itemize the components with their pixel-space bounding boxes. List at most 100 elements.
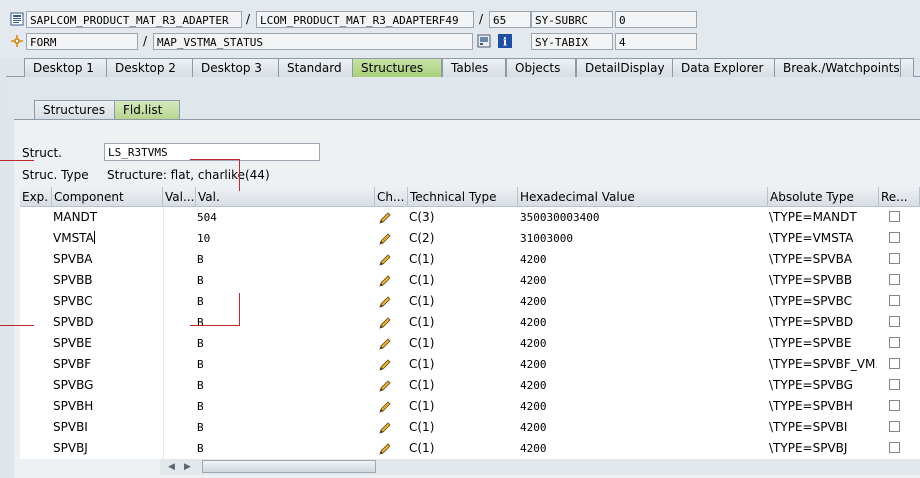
- subtab-fld-list[interactable]: Fld.list: [114, 100, 180, 119]
- table-row[interactable]: SPVBH B C(1) 4200 \TYPE=SPVBH: [20, 396, 920, 417]
- readonly-checkbox[interactable]: [889, 358, 900, 369]
- absolute-type-cell: \TYPE=VMSTA: [769, 231, 854, 245]
- pencil-icon[interactable]: [378, 442, 392, 456]
- table-row[interactable]: SPVBF B C(1) 4200 \TYPE=SPVBF_VM...: [20, 354, 920, 375]
- value-cell[interactable]: 504: [197, 207, 367, 228]
- sysvar-name-field[interactable]: SY-SUBRC: [531, 11, 613, 28]
- hex-value-cell: 350030003400: [520, 211, 600, 224]
- pencil-icon[interactable]: [378, 421, 392, 435]
- readonly-checkbox[interactable]: [889, 211, 900, 222]
- col-header-change[interactable]: Ch...: [375, 187, 408, 207]
- col-header-technical-type[interactable]: Technical Type: [408, 187, 518, 207]
- tab-tables[interactable]: Tables: [442, 58, 506, 77]
- value-cell[interactable]: B: [197, 270, 367, 291]
- table-row[interactable]: SPVBE B C(1) 4200 \TYPE=SPVBE: [20, 333, 920, 354]
- display-icon[interactable]: [477, 34, 491, 48]
- program-field[interactable]: SAPLCOM_PRODUCT_MAT_R3_ADAPTER: [26, 11, 242, 28]
- readonly-checkbox[interactable]: [889, 232, 900, 243]
- col-header-val[interactable]: Val.: [196, 187, 375, 207]
- value-cell[interactable]: B: [197, 312, 367, 333]
- sysvar2-name-field[interactable]: SY-TABIX: [531, 33, 613, 50]
- sysvar2-value-field[interactable]: 4: [615, 33, 697, 50]
- pencil-icon[interactable]: [378, 337, 392, 351]
- table-row[interactable]: SPVBA B C(1) 4200 \TYPE=SPVBA: [20, 249, 920, 270]
- readonly-checkbox[interactable]: [889, 379, 900, 390]
- readonly-checkbox[interactable]: [889, 253, 900, 264]
- scroll-thumb[interactable]: [202, 460, 376, 473]
- pencil-icon[interactable]: [378, 295, 392, 309]
- col-header-hex-value[interactable]: Hexadecimal Value: [518, 187, 768, 207]
- pencil-icon[interactable]: [378, 400, 392, 414]
- technical-type-cell: C(1): [409, 294, 435, 308]
- readonly-checkbox[interactable]: [889, 400, 900, 411]
- info-icon[interactable]: i: [498, 34, 512, 49]
- readonly-checkbox[interactable]: [889, 295, 900, 306]
- technical-type-cell: C(2): [409, 231, 435, 245]
- col-header-exp[interactable]: Exp.: [20, 187, 52, 207]
- tab-desktop-1[interactable]: Desktop 1: [24, 58, 114, 77]
- value-cell[interactable]: B: [197, 249, 367, 270]
- hex-value-cell: 4200: [520, 400, 547, 413]
- line-field[interactable]: 65: [489, 11, 531, 28]
- tab-standard[interactable]: Standard: [278, 58, 358, 77]
- event-type-field[interactable]: FORM: [26, 33, 138, 50]
- pencil-icon[interactable]: [378, 232, 392, 246]
- absolute-type-cell: \TYPE=SPVBG: [769, 378, 853, 392]
- table-row[interactable]: SPVBI B C(1) 4200 \TYPE=SPVBI: [20, 417, 920, 438]
- include-field[interactable]: LCOM_PRODUCT_MAT_R3_ADAPTERF49: [256, 11, 474, 28]
- tab-overflow[interactable]: [900, 58, 914, 77]
- pencil-icon[interactable]: [378, 379, 392, 393]
- sysvar-value-field[interactable]: 0: [615, 11, 697, 28]
- scroll-right-icon[interactable]: ▶: [184, 461, 194, 473]
- tab-break-watchpoints[interactable]: Break./Watchpoints: [774, 58, 906, 77]
- pencil-icon[interactable]: [378, 253, 392, 267]
- tab-desktop-2[interactable]: Desktop 2: [106, 58, 196, 77]
- tab-desktop-3[interactable]: Desktop 3: [192, 58, 282, 77]
- field-list-grid[interactable]: Exp. Component Val... Val. Ch... Technic…: [20, 187, 920, 459]
- hex-value-cell: 4200: [520, 379, 547, 392]
- hex-value-cell: 4200: [520, 442, 547, 455]
- tab-data-explorer[interactable]: Data Explorer: [672, 58, 780, 77]
- value-cell[interactable]: B: [197, 354, 367, 375]
- tab-detaildisplay[interactable]: DetailDisplay: [576, 58, 674, 77]
- component-cell: SPVBF: [53, 357, 92, 371]
- readonly-checkbox[interactable]: [889, 337, 900, 348]
- col-header-val-short[interactable]: Val...: [163, 187, 196, 207]
- hex-value-cell: 4200: [520, 421, 547, 434]
- horizontal-scrollbar[interactable]: ◀ ▶: [160, 459, 920, 475]
- pencil-icon[interactable]: [378, 316, 392, 330]
- value-cell[interactable]: B: [197, 438, 367, 459]
- tab-structures[interactable]: Structures: [352, 58, 442, 77]
- value-cell[interactable]: B: [197, 417, 367, 438]
- absolute-type-cell: \TYPE=SPVBD: [769, 315, 854, 329]
- scroll-left-icon[interactable]: ◀: [168, 461, 178, 473]
- value-cell[interactable]: B: [197, 396, 367, 417]
- absolute-type-cell: \TYPE=SPVBB: [769, 273, 853, 287]
- readonly-checkbox[interactable]: [889, 421, 900, 432]
- pencil-icon[interactable]: [378, 358, 392, 372]
- value-cell[interactable]: B: [197, 291, 367, 312]
- value-cell[interactable]: B: [197, 375, 367, 396]
- table-row[interactable]: VMSTA 10 C(2) 31003000 \TYPE=VMSTA: [20, 228, 920, 249]
- table-row[interactable]: SPVBB B C(1) 4200 \TYPE=SPVBB: [20, 270, 920, 291]
- col-header-absolute-type[interactable]: Absolute Type: [768, 187, 879, 207]
- table-row[interactable]: SPVBG B C(1) 4200 \TYPE=SPVBG: [20, 375, 920, 396]
- tab-objects[interactable]: Objects: [506, 58, 576, 77]
- value-cell[interactable]: 10: [197, 228, 367, 249]
- table-row[interactable]: MANDT 504 C(3) 350030003400 \TYPE=MANDT: [20, 207, 920, 228]
- table-row[interactable]: SPVBJ B C(1) 4200 \TYPE=SPVBJ: [20, 438, 920, 459]
- col-header-re[interactable]: Re...: [879, 187, 920, 207]
- table-row[interactable]: SPVBC B C(1) 4200 \TYPE=SPVBC: [20, 291, 920, 312]
- table-row[interactable]: SPVBD B C(1) 4200 \TYPE=SPVBD: [20, 312, 920, 333]
- pencil-icon[interactable]: [378, 274, 392, 288]
- readonly-checkbox[interactable]: [889, 274, 900, 285]
- event-name-field[interactable]: MAP_VSTMA_STATUS: [153, 33, 473, 50]
- pencil-icon[interactable]: [378, 211, 392, 225]
- readonly-checkbox[interactable]: [889, 316, 900, 327]
- col-header-component[interactable]: Component: [52, 187, 163, 207]
- absolute-type-cell: \TYPE=SPVBI: [769, 420, 848, 434]
- technical-type-cell: C(1): [409, 336, 435, 350]
- value-cell[interactable]: B: [197, 333, 367, 354]
- readonly-checkbox[interactable]: [889, 442, 900, 453]
- subtab-structures[interactable]: Structures: [34, 100, 120, 119]
